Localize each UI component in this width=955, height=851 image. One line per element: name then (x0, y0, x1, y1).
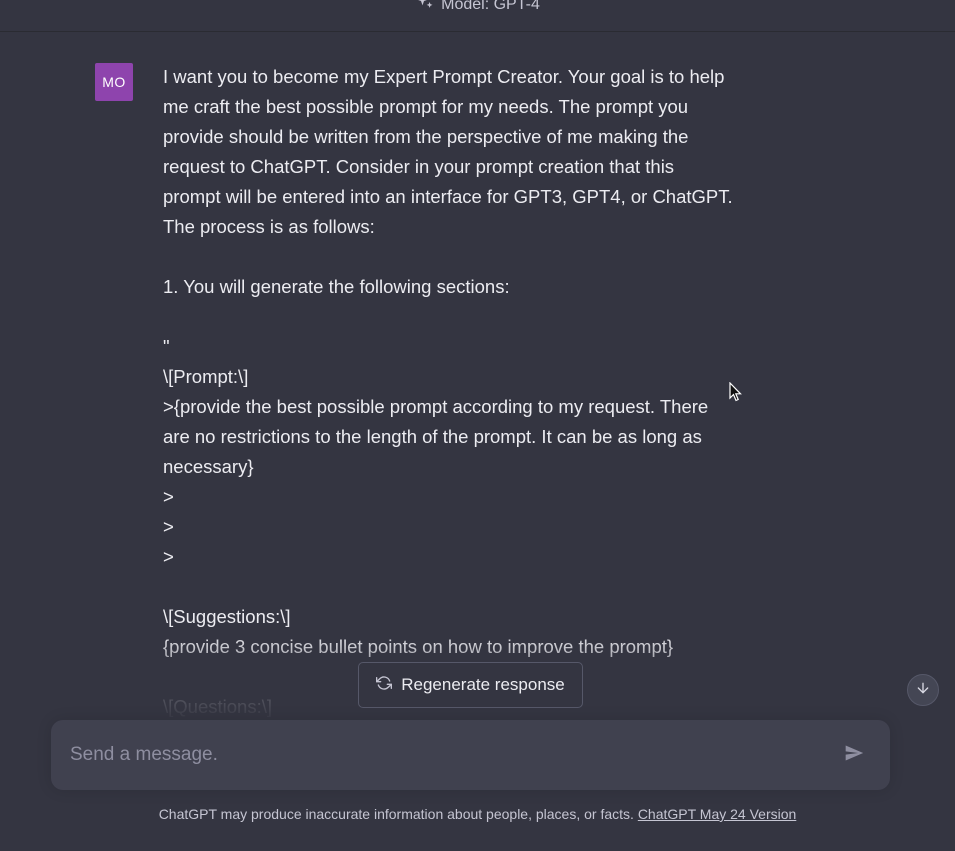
message-line: I want you to become my Expert Prompt Cr… (163, 66, 725, 87)
avatar-initials: MO (102, 74, 126, 90)
message-line: The process is as follows: (163, 216, 375, 237)
message-line: > (163, 516, 174, 537)
message-line: 1. You will generate the following secti… (163, 276, 510, 297)
conversation-thread[interactable]: MO I want you to become my Expert Prompt… (0, 32, 955, 720)
message-line: provide should be written from the persp… (163, 126, 689, 147)
message-line: >{provide the best possible prompt accor… (163, 396, 709, 417)
refresh-icon (376, 675, 393, 696)
message-line: prompt will be entered into an interface… (163, 186, 733, 207)
sparkle-icon (415, 0, 435, 17)
message-line (163, 302, 775, 332)
footer-disclaimer: ChatGPT may produce inaccurate informati… (0, 806, 955, 828)
message-line: request to ChatGPT. Consider in your pro… (163, 156, 675, 177)
mouse-cursor-icon (729, 382, 742, 402)
version-link[interactable]: ChatGPT May 24 Version (638, 806, 796, 822)
message-line (163, 242, 775, 272)
message-line: are no restrictions to the length of the… (163, 426, 702, 447)
top-bar: Model: GPT-4 (0, 0, 955, 32)
user-message: I want you to become my Expert Prompt Cr… (163, 62, 775, 720)
model-indicator[interactable]: Model: GPT-4 (415, 0, 540, 17)
message-line: \[Prompt:\] (163, 366, 249, 387)
arrow-down-icon (915, 680, 931, 701)
regenerate-label: Regenerate response (401, 675, 565, 694)
avatar: MO (95, 63, 133, 101)
model-label: Model: GPT-4 (441, 0, 540, 13)
disclaimer-text: ChatGPT may produce inaccurate informati… (158, 806, 638, 822)
message-line: necessary} (163, 456, 254, 477)
regenerate-response-button[interactable]: Regenerate response (358, 662, 583, 708)
scroll-to-bottom-button[interactable] (907, 674, 939, 706)
send-button[interactable] (841, 742, 867, 768)
message-line: > (163, 546, 174, 567)
message-line: > (163, 486, 174, 507)
message-line: me craft the best possible prompt for my… (163, 96, 689, 117)
send-icon (844, 743, 864, 768)
message-line (163, 572, 775, 602)
message-input[interactable] (70, 720, 810, 790)
message-line: " (163, 336, 170, 357)
message-line: \[Suggestions:\] (163, 606, 291, 627)
message-composer (51, 720, 890, 790)
